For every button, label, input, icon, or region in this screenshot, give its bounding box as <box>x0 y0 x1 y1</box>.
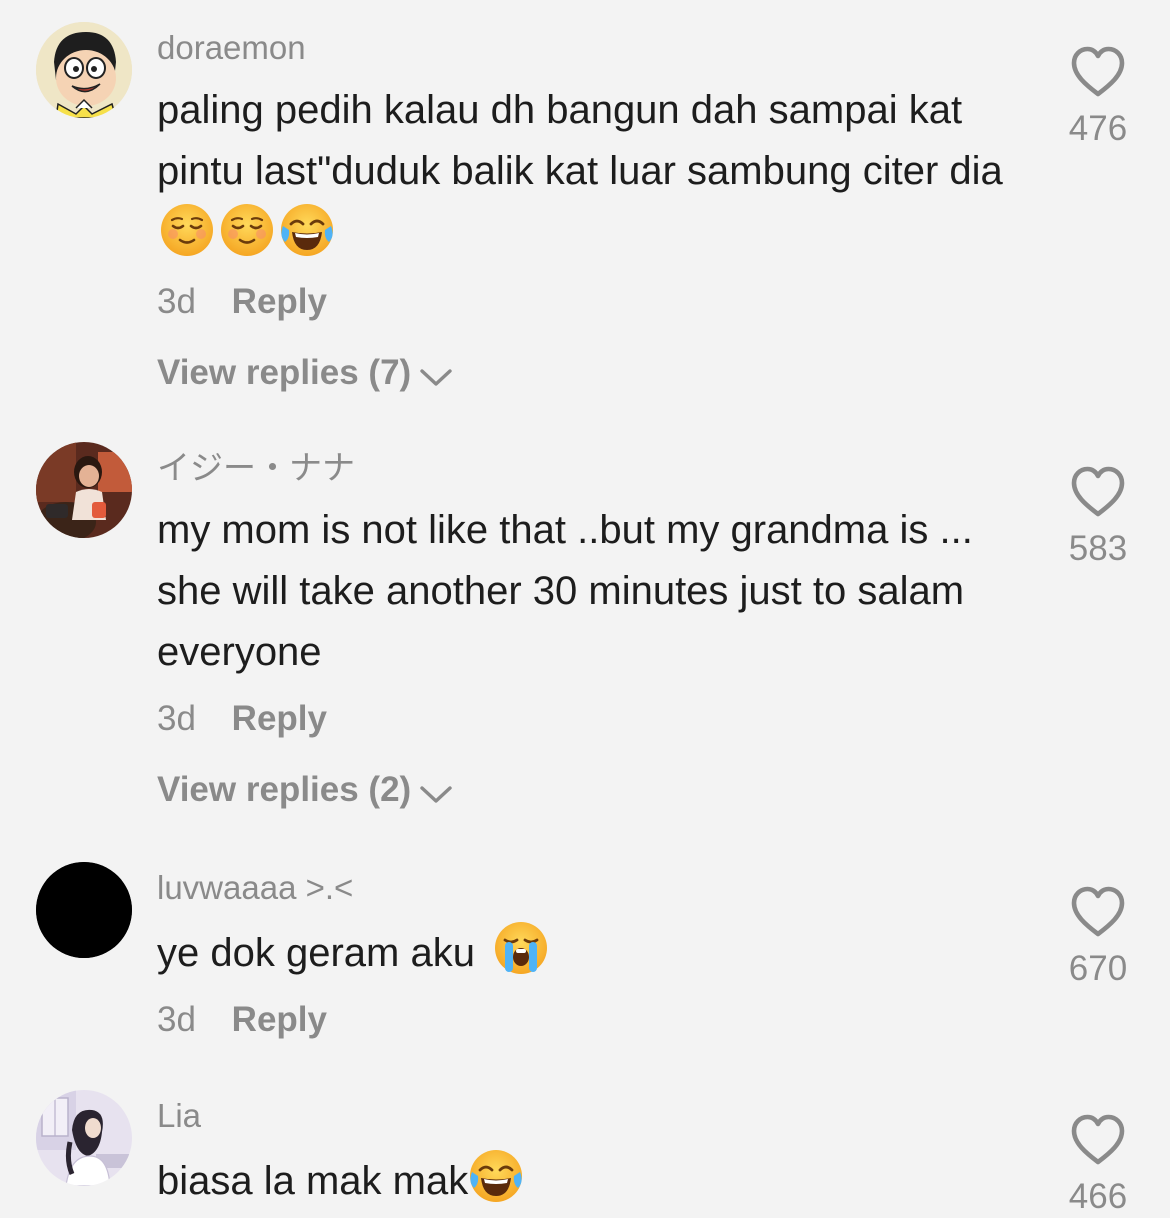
tears-of-joy-face-emoji-icon <box>468 1148 524 1204</box>
avatar[interactable] <box>36 442 132 538</box>
doraemon-character-avatar-icon <box>36 22 132 118</box>
comment-text: paling pedih kalau dh bangun dah sampai … <box>157 80 1017 266</box>
reply-button[interactable]: Reply <box>232 282 327 321</box>
loudly-crying-face-emoji-icon <box>493 920 549 976</box>
view-replies-label: View replies (2) <box>157 770 412 809</box>
like-count: 583 <box>1068 529 1128 568</box>
comment-text: ye dok geram aku <box>157 920 1017 984</box>
avatar[interactable] <box>36 862 132 958</box>
reply-button[interactable]: Reply <box>232 1000 327 1039</box>
comment-meta: 3d Reply <box>157 994 1017 1046</box>
timestamp: 3d <box>157 1000 196 1039</box>
view-replies-label: View replies (7) <box>157 353 412 392</box>
relieved-face-emoji-icon <box>219 202 275 258</box>
comment-text: biasa la mak mak <box>157 1148 1017 1212</box>
illustrated-girl-avatar-icon <box>36 1090 132 1186</box>
username[interactable]: イジー・ナナ <box>157 448 1017 488</box>
like-count: 670 <box>1068 949 1128 988</box>
view-replies-button[interactable]: View replies (7) <box>157 348 1017 398</box>
like-button[interactable]: 583 <box>1064 464 1132 570</box>
heart-outline-icon <box>1068 464 1128 520</box>
like-count: 476 <box>1068 109 1128 148</box>
username[interactable]: doraemon <box>157 28 1017 68</box>
comment-text: my mom is not like that ..but my grandma… <box>157 508 973 674</box>
heart-outline-icon <box>1068 1112 1128 1168</box>
tears-of-joy-face-emoji-icon <box>279 202 335 258</box>
comment-meta: 3d Reply <box>157 276 1017 328</box>
relieved-face-emoji-icon <box>159 202 215 258</box>
username[interactable]: luvwaaaa >.< <box>157 868 1017 908</box>
chevron-down-icon <box>419 368 453 388</box>
timestamp: 3d <box>157 699 196 738</box>
heart-outline-icon <box>1068 44 1128 100</box>
chevron-down-icon <box>419 785 453 805</box>
like-button[interactable]: 466 <box>1064 1112 1132 1218</box>
avatar[interactable] <box>36 22 132 118</box>
heart-outline-icon <box>1068 884 1128 940</box>
black-circle-avatar-icon <box>36 862 132 958</box>
timestamp: 3d <box>157 282 196 321</box>
reply-button[interactable]: Reply <box>232 699 327 738</box>
like-count: 466 <box>1068 1177 1128 1216</box>
comment-meta: 3d Reply <box>157 693 1017 745</box>
like-button[interactable]: 476 <box>1064 44 1132 150</box>
view-replies-button[interactable]: View replies (2) <box>157 765 1017 815</box>
child-photo-avatar-icon <box>36 442 132 538</box>
avatar[interactable] <box>36 1090 132 1186</box>
username[interactable]: Lia <box>157 1096 1017 1136</box>
like-button[interactable]: 670 <box>1064 884 1132 990</box>
